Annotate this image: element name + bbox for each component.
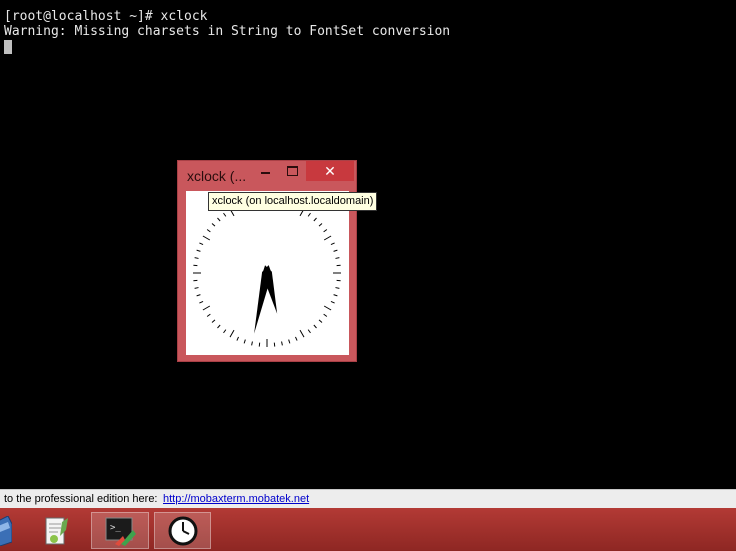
taskbar-item-mobaxterm[interactable]: >_ bbox=[91, 512, 149, 549]
xclock-icon bbox=[168, 516, 197, 545]
mobaxterm-icon: >_ bbox=[105, 517, 136, 546]
maximize-icon bbox=[286, 166, 298, 176]
close-icon: ✕ bbox=[324, 162, 336, 179]
minute-tick bbox=[335, 257, 340, 259]
close-button[interactable]: ✕ bbox=[306, 161, 354, 181]
hour-tick bbox=[202, 305, 211, 311]
minute-tick bbox=[288, 339, 291, 344]
minute-tick bbox=[330, 301, 335, 304]
minute-tick bbox=[307, 329, 311, 334]
minimize-icon bbox=[260, 172, 270, 174]
status-bar: to the professional edition here: http:/… bbox=[0, 489, 736, 508]
terminal-warning-line: Warning: Missing charsets in String to F… bbox=[4, 24, 451, 39]
minute-tick bbox=[199, 301, 204, 304]
minute-tick bbox=[206, 229, 211, 233]
analog-clock bbox=[193, 199, 341, 347]
terminal-cursor bbox=[4, 40, 12, 54]
minute-tick bbox=[194, 287, 199, 289]
minute-tick bbox=[211, 223, 216, 227]
minute-tick bbox=[318, 319, 323, 323]
minute-tick bbox=[307, 212, 311, 217]
virtualbox-icon bbox=[0, 515, 12, 546]
minute-tick bbox=[335, 287, 340, 289]
minute-tick bbox=[206, 313, 211, 317]
minute-tick bbox=[196, 249, 201, 252]
minute-tick bbox=[281, 341, 283, 346]
mobaxterm-link[interactable]: http://mobaxterm.mobatek.net bbox=[163, 490, 309, 508]
minute-tick bbox=[211, 319, 216, 323]
hour-tick bbox=[299, 329, 305, 338]
minute-tick bbox=[223, 212, 227, 217]
hour-tick bbox=[229, 329, 235, 338]
minute-tick bbox=[243, 339, 246, 344]
hour-tick bbox=[323, 305, 332, 311]
minute-tick bbox=[236, 336, 239, 341]
minute-tick bbox=[333, 294, 338, 297]
svg-text:>_: >_ bbox=[110, 523, 121, 533]
minute-tick bbox=[318, 223, 323, 227]
minute-tick bbox=[323, 313, 328, 317]
window-tooltip: xclock (on localhost.localdomain) bbox=[208, 192, 378, 211]
minute-hand bbox=[254, 265, 272, 334]
minute-tick bbox=[223, 329, 227, 334]
minute-tick bbox=[295, 336, 298, 341]
taskbar-item-virtualbox[interactable] bbox=[0, 512, 14, 549]
minute-tick bbox=[313, 324, 317, 329]
taskbar: >_ bbox=[0, 508, 736, 551]
taskbar-item-notepad-plus-plus[interactable] bbox=[36, 512, 76, 549]
xclock-window[interactable]: xclock (... ✕ bbox=[177, 160, 357, 362]
minute-tick bbox=[330, 242, 335, 245]
window-title: xclock (... bbox=[187, 168, 247, 184]
minute-tick bbox=[217, 324, 221, 329]
minute-tick bbox=[313, 217, 317, 222]
terminal-window[interactable]: [root@localhost ~]# xclock Warning: Miss… bbox=[0, 0, 736, 489]
minute-tick bbox=[196, 294, 201, 297]
terminal-prompt-line: [root@localhost ~]# xclock bbox=[4, 9, 208, 24]
minute-tick bbox=[323, 229, 328, 233]
hour-tick bbox=[323, 235, 332, 241]
taskbar-item-xclock[interactable] bbox=[154, 512, 211, 549]
notepad-plus-plus-icon bbox=[45, 517, 68, 544]
status-message: to the professional edition here: bbox=[4, 493, 158, 505]
clock-face bbox=[186, 191, 349, 355]
maximize-button[interactable] bbox=[280, 161, 304, 181]
minute-tick bbox=[333, 249, 338, 252]
minute-tick bbox=[217, 217, 221, 222]
minute-tick bbox=[199, 242, 204, 245]
minute-tick bbox=[194, 257, 199, 259]
minute-tick bbox=[251, 341, 253, 346]
hour-tick bbox=[202, 235, 211, 241]
minimize-button[interactable] bbox=[254, 161, 276, 181]
